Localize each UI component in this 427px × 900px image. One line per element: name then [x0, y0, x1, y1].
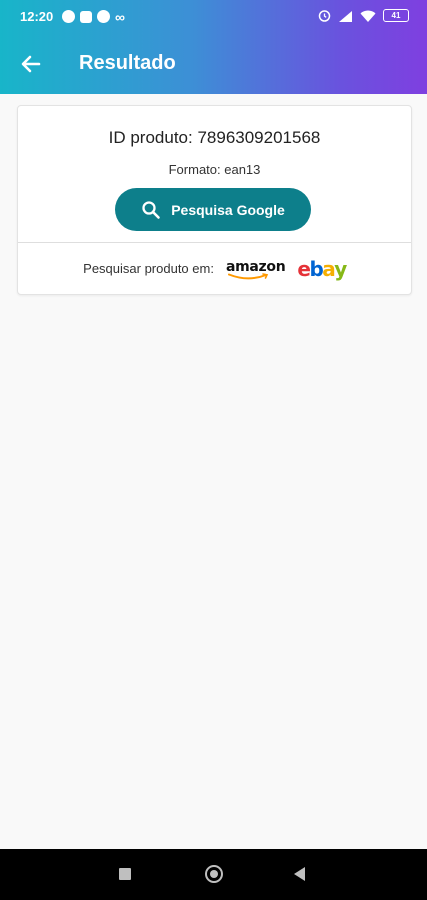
- search-in-label: Pesquisar produto em:: [83, 261, 214, 276]
- status-notification-icons: ∞: [62, 8, 125, 25]
- amazon-smile-icon: [227, 272, 269, 279]
- amazon-logo-link[interactable]: amazon: [226, 259, 286, 279]
- format-text: Formato: ean13: [168, 162, 261, 177]
- page-title: Resultado: [79, 52, 176, 74]
- signal-icon: [339, 10, 352, 22]
- google-search-button[interactable]: Pesquisa Google: [115, 188, 311, 231]
- battery-icon: 41: [383, 9, 409, 22]
- ebay-letter-e: e: [297, 256, 311, 281]
- back-button[interactable]: [18, 51, 44, 77]
- app-notification-icon: [80, 10, 92, 23]
- status-bar: 12:20 ∞ 41: [0, 0, 427, 34]
- recent-apps-button[interactable]: [119, 868, 131, 880]
- home-button[interactable]: [205, 865, 223, 883]
- system-nav-bar: [0, 849, 427, 900]
- google-search-label: Pesquisa Google: [171, 201, 285, 218]
- search-in-row: Pesquisar produto em: amazon ebay: [18, 243, 411, 294]
- infinity-icon: ∞: [115, 8, 125, 25]
- ebay-letter-y: y: [334, 256, 347, 281]
- wifi-icon: [360, 10, 376, 22]
- product-id-text: ID produto: 7896309201568: [108, 128, 321, 147]
- ebay-letter-a: a: [322, 256, 336, 281]
- ebay-logo-link[interactable]: ebay: [297, 256, 347, 281]
- search-icon: [142, 200, 161, 219]
- ebay-letter-b: b: [309, 256, 323, 281]
- alarm-icon: [318, 10, 331, 22]
- system-back-button[interactable]: [294, 867, 305, 881]
- header-gradient: 12:20 ∞ 41 Resultado: [0, 0, 427, 94]
- notification-icon: [62, 10, 75, 23]
- app-bar: Resultado: [0, 34, 427, 94]
- sync-icon: [97, 10, 110, 23]
- status-system-icons: 41: [318, 9, 409, 22]
- arrow-left-icon: [21, 55, 41, 73]
- status-time: 12:20: [20, 9, 54, 24]
- result-card: ID produto: 7896309201568 Formato: ean13…: [17, 105, 412, 295]
